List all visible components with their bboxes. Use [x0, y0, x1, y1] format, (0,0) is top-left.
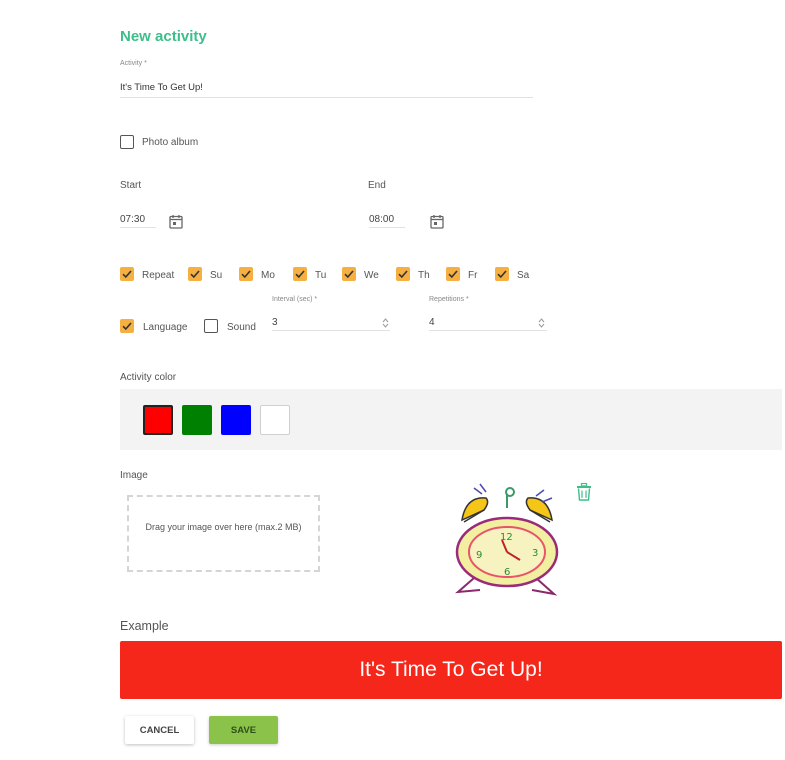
example-banner: It's Time To Get Up!: [120, 641, 782, 699]
image-label: Image: [120, 470, 148, 481]
day-checkbox-we[interactable]: [342, 267, 356, 281]
day-checkbox-su[interactable]: [188, 267, 202, 281]
alarm-clock-image: 12 3 6 9: [455, 483, 559, 596]
check-icon: [122, 322, 132, 331]
language-label: Language: [143, 322, 188, 333]
language-checkbox[interactable]: [120, 319, 134, 333]
color-swatch-white[interactable]: [260, 405, 290, 435]
day-checkbox-tu[interactable]: [293, 267, 307, 281]
activity-label: Activity *: [120, 60, 147, 67]
day-checkbox-fr[interactable]: [446, 267, 460, 281]
start-time-input[interactable]: [120, 212, 156, 228]
color-swatch-green[interactable]: [182, 405, 212, 435]
color-swatch-red[interactable]: [143, 405, 173, 435]
day-label-fr: Fr: [468, 270, 478, 281]
example-label: Example: [120, 619, 169, 633]
end-label: End: [368, 180, 386, 191]
repetitions-spinner-icon[interactable]: [538, 317, 545, 329]
color-panel: [120, 389, 782, 450]
image-dropzone[interactable]: Drag your image over here (max.2 MB): [127, 495, 320, 572]
start-label: Start: [120, 180, 142, 191]
repetitions-input[interactable]: [429, 315, 547, 331]
sound-checkbox[interactable]: [204, 319, 218, 333]
check-icon: [122, 270, 132, 279]
form-title: New activity: [120, 28, 207, 45]
trash-icon[interactable]: [576, 483, 592, 501]
color-swatch-blue[interactable]: [221, 405, 251, 435]
check-icon: [190, 270, 200, 279]
day-checkbox-th[interactable]: [396, 267, 410, 281]
repeat-checkbox[interactable]: [120, 267, 134, 281]
day-label-tu: Tu: [315, 270, 327, 281]
day-label-we: We: [364, 270, 379, 281]
cancel-button[interactable]: CANCEL: [125, 716, 194, 744]
example-text: It's Time To Get Up!: [359, 658, 543, 681]
repetitions-label: Repetitions *: [429, 296, 469, 303]
interval-label: Interval (sec) *: [272, 296, 318, 303]
day-label-th: Th: [418, 270, 430, 281]
svg-text:3: 3: [532, 548, 538, 559]
day-checkbox-sa[interactable]: [495, 267, 509, 281]
calendar-icon[interactable]: [169, 214, 183, 229]
check-icon: [398, 270, 408, 279]
check-icon: [295, 270, 305, 279]
day-checkbox-mo[interactable]: [239, 267, 253, 281]
check-icon: [241, 270, 251, 279]
activity-color-label: Activity color: [120, 372, 177, 383]
day-label-su: Su: [210, 270, 223, 281]
photo-album-checkbox[interactable]: [120, 135, 134, 149]
day-label-mo: Mo: [261, 270, 275, 281]
dropzone-text: Drag your image over here (max.2 MB): [145, 522, 302, 532]
repeat-label: Repeat: [142, 270, 175, 281]
interval-spinner-icon[interactable]: [382, 317, 389, 329]
photo-album-label: Photo album: [142, 137, 199, 148]
sound-label: Sound: [227, 322, 256, 333]
activity-input[interactable]: [120, 78, 533, 98]
check-icon: [344, 270, 354, 279]
svg-text:9: 9: [476, 550, 482, 561]
check-icon: [448, 270, 458, 279]
svg-text:6: 6: [504, 567, 510, 578]
calendar-icon[interactable]: [430, 214, 444, 229]
save-button[interactable]: SAVE: [209, 716, 278, 744]
check-icon: [497, 270, 507, 279]
end-time-input[interactable]: [369, 212, 405, 228]
interval-input[interactable]: [272, 315, 390, 331]
day-label-sa: Sa: [517, 270, 530, 281]
